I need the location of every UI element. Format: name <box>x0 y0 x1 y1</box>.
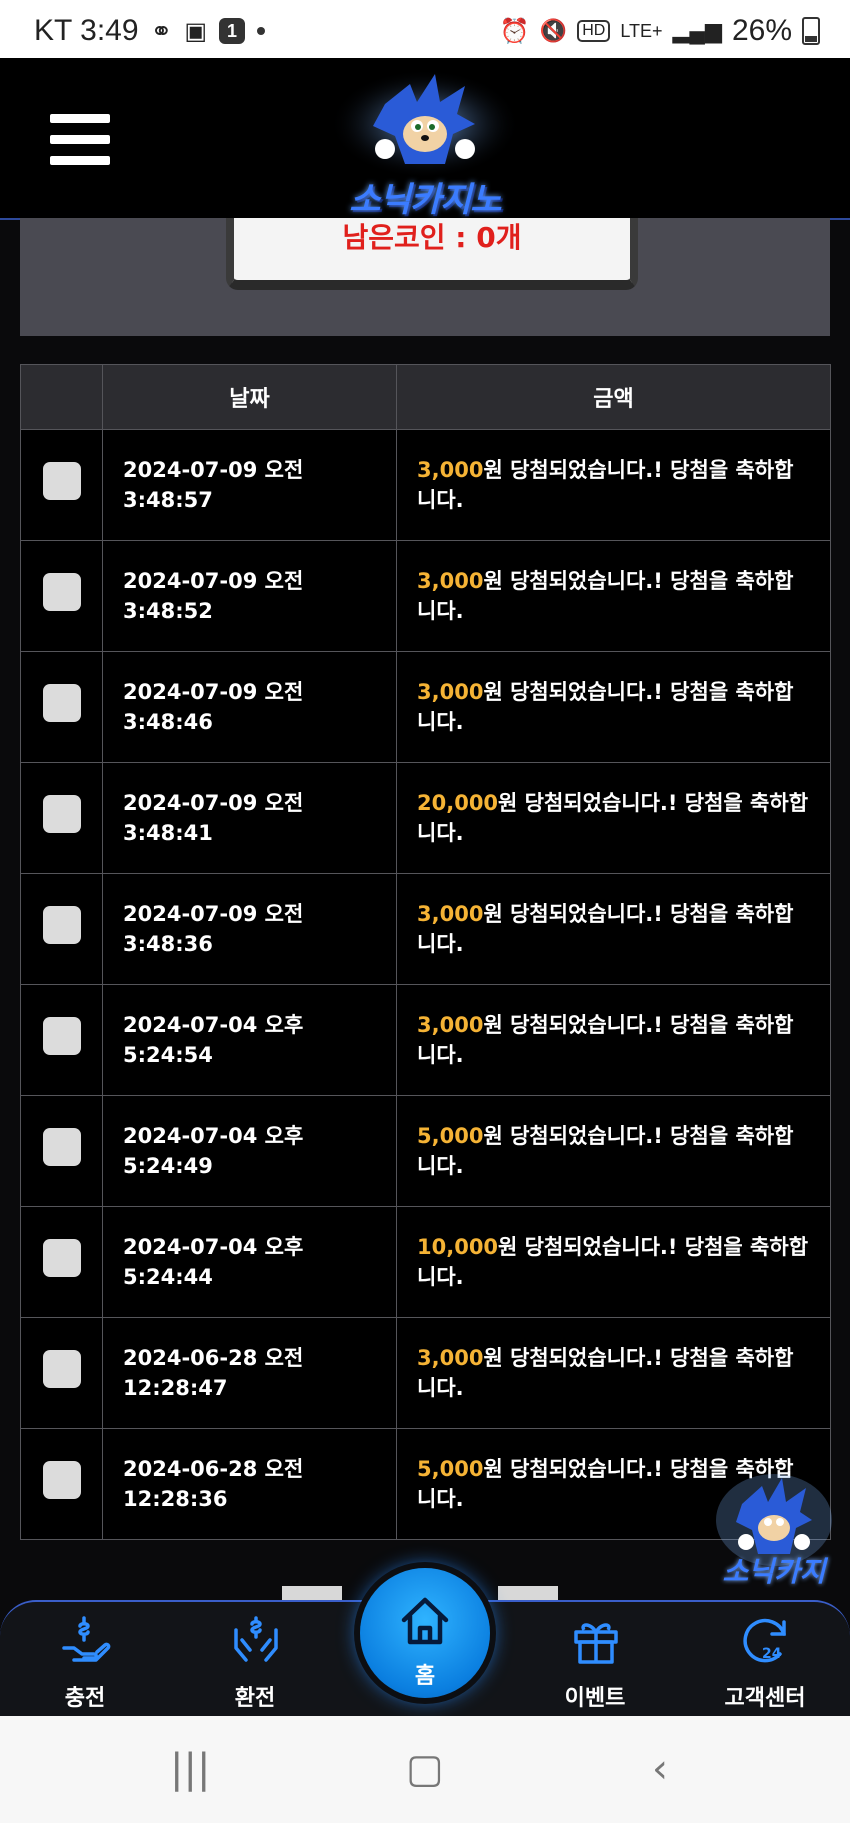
svg-text:24: 24 <box>762 1646 782 1662</box>
prize-amount: 10,000 <box>417 1235 499 1259</box>
nav-home-button[interactable]: 홈 <box>360 1568 490 1698</box>
dot-icon <box>257 27 266 35</box>
date-cell: 2024-07-09 오전 3:48:52 <box>102 540 397 652</box>
date-cell: 2024-07-09 오전 3:48:57 <box>102 429 397 541</box>
coin-box: 남은코인 : 0개 <box>226 218 638 290</box>
link-icon: ⚭ <box>150 15 173 46</box>
nav-support-button[interactable]: 24 고객센터 <box>700 1602 830 1718</box>
prize-amount: 20,000 <box>417 791 499 815</box>
row-checkbox[interactable] <box>42 1461 81 1499</box>
logo-text: 소닉카지노 <box>349 180 501 220</box>
prize-history-table: 날짜 금액 2024-07-09 오전 3:48:57 3,000원 당첨되었습니… <box>20 364 831 1540</box>
back-icon[interactable]: ‹ <box>652 1746 668 1792</box>
floating-logo-button[interactable]: 소닉카지 <box>712 1470 836 1590</box>
table-row: 2024-06-28 오전 12:28:36 5,000원 당첨되었습니다.! 당… <box>20 1428 831 1540</box>
nav-deposit-button[interactable]: 충전 <box>20 1602 150 1718</box>
signal-icon: ▂▄▆ <box>672 18 722 43</box>
date-cell: 2024-06-28 오전 12:28:36 <box>102 1428 397 1540</box>
remaining-coins-label: 남은코인 : 0개 <box>342 221 522 254</box>
row-checkbox[interactable] <box>42 1350 81 1388</box>
prize-amount: 3,000 <box>417 569 484 593</box>
nav-withdraw-label: 환전 <box>234 1686 276 1711</box>
table-row: 2024-07-04 오후 5:24:49 5,000원 당첨되었습니다.! 당첨… <box>20 1095 831 1207</box>
status-bar: KT 3:49 ⚭ ▣ 1 ⏰ 🔇 HD LTE+ ▂▄▆ 26% <box>0 0 850 58</box>
row-checkbox[interactable] <box>42 1017 81 1055</box>
row-checkbox[interactable] <box>42 684 81 722</box>
page-tab[interactable] <box>498 1586 558 1600</box>
support-24h-icon: 24 <box>743 1618 786 1663</box>
hamburger-menu-icon[interactable] <box>50 114 110 166</box>
date-cell: 2024-06-28 오전 12:28:47 <box>102 1317 397 1429</box>
table-row: 2024-07-09 오전 3:48:52 3,000원 당첨되었습니다.! 당첨… <box>20 540 831 652</box>
amount-cell: 3,000원 당첨되었습니다.! 당첨을 축하합니다. <box>396 540 831 652</box>
table-row: 2024-07-09 오전 3:48:41 20,000원 당첨되었습니다.! 당… <box>20 762 831 874</box>
gift-icon <box>574 1623 618 1664</box>
table-row: 2024-07-09 오전 3:48:36 3,000원 당첨되었습니다.! 당첨… <box>20 873 831 985</box>
row-checkbox[interactable] <box>42 906 81 944</box>
nav-home-label: 홈 <box>414 1664 436 1689</box>
date-cell: 2024-07-09 오전 3:48:46 <box>102 651 397 763</box>
amount-cell: 3,000원 당첨되었습니다.! 당첨을 축하합니다. <box>396 651 831 763</box>
site-logo[interactable]: 소닉카지노 <box>325 64 525 220</box>
battery-icon <box>802 17 820 45</box>
row-checkbox[interactable] <box>42 462 81 500</box>
table-row: 2024-07-09 오전 3:48:57 3,000원 당첨되었습니다.! 당첨… <box>20 429 831 541</box>
table-row: 2024-06-28 오전 12:28:47 3,000원 당첨되었습니다.! 당… <box>20 1317 831 1429</box>
recent-apps-icon[interactable]: ||| <box>170 1746 210 1792</box>
battery-level: 26% <box>731 14 792 47</box>
amount-cell: 5,000원 당첨되었습니다.! 당첨을 축하합니다. <box>396 1095 831 1207</box>
table-row: 2024-07-04 오후 5:24:44 10,000원 당첨되었습니다.! 당… <box>20 1206 831 1318</box>
prize-amount: 3,000 <box>417 1346 484 1370</box>
top-header: 소닉카지노 <box>0 58 850 220</box>
mute-icon: 🔇 <box>539 18 568 43</box>
page-tab[interactable] <box>282 1586 342 1600</box>
prize-amount: 5,000 <box>417 1124 484 1148</box>
date-cell: 2024-07-04 오후 5:24:49 <box>102 1095 397 1207</box>
amount-cell: 3,000원 당첨되었습니다.! 당첨을 축하합니다. <box>396 984 831 1096</box>
date-cell: 2024-07-09 오전 3:48:36 <box>102 873 397 985</box>
nav-withdraw-button[interactable]: 환전 <box>190 1602 320 1718</box>
amount-cell: 10,000원 당첨되었습니다.! 당첨을 축하합니다. <box>396 1206 831 1318</box>
date-cell: 2024-07-04 오후 5:24:44 <box>102 1206 397 1318</box>
alarm-icon: ⏰ <box>499 17 530 45</box>
prize-amount: 5,000 <box>417 1457 484 1481</box>
prize-amount: 3,000 <box>417 680 484 704</box>
amount-cell: 20,000원 당첨되었습니다.! 당첨을 축하합니다. <box>396 762 831 874</box>
floating-logo-text: 소닉카지 <box>722 1555 826 1588</box>
image-icon: ▣ <box>184 17 208 45</box>
table-header-row: 날짜 금액 <box>20 364 831 430</box>
prize-amount: 3,000 <box>417 1013 484 1037</box>
date-cell: 2024-07-09 오전 3:48:41 <box>102 762 397 874</box>
hd-icon: HD <box>577 20 611 42</box>
withdraw-hands-icon <box>234 1616 278 1662</box>
amount-column-header: 금액 <box>396 364 831 430</box>
mascot-icon <box>330 69 520 179</box>
table-row: 2024-07-04 오후 5:24:54 3,000원 당첨되었습니다.! 당첨… <box>20 984 831 1096</box>
date-column-header: 날짜 <box>102 364 397 430</box>
deposit-hand-coin-icon <box>62 1616 111 1662</box>
amount-cell: 3,000원 당첨되었습니다.! 당첨을 축하합니다. <box>396 1317 831 1429</box>
home-system-icon[interactable]: ▢ <box>406 1746 444 1792</box>
row-checkbox[interactable] <box>42 573 81 611</box>
select-column-header <box>20 364 103 430</box>
system-nav-bar: ||| ▢ ‹ <box>0 1716 850 1823</box>
nav-deposit-label: 충전 <box>64 1686 106 1711</box>
nav-support-label: 고객센터 <box>724 1686 806 1711</box>
amount-cell: 3,000원 당첨되었습니다.! 당첨을 축하합니다. <box>396 429 831 541</box>
carrier-time: KT 3:49 <box>34 14 139 47</box>
prize-amount: 3,000 <box>417 458 484 482</box>
table-row: 2024-07-09 오전 3:48:46 3,000원 당첨되었습니다.! 당첨… <box>20 651 831 763</box>
prize-amount: 3,000 <box>417 902 484 926</box>
network-type: LTE+ <box>620 20 663 41</box>
date-cell: 2024-07-04 오후 5:24:54 <box>102 984 397 1096</box>
row-checkbox[interactable] <box>42 1239 81 1277</box>
row-checkbox[interactable] <box>42 1128 81 1166</box>
nav-event-button[interactable]: 이벤트 <box>530 1602 660 1718</box>
coin-panel: 남은코인 : 0개 <box>20 218 830 336</box>
home-icon <box>401 1597 449 1645</box>
amount-cell: 3,000원 당첨되었습니다.! 당첨을 축하합니다. <box>396 873 831 985</box>
nav-event-label: 이벤트 <box>564 1686 626 1711</box>
notification-count-icon: 1 <box>219 18 246 44</box>
row-checkbox[interactable] <box>42 795 81 833</box>
